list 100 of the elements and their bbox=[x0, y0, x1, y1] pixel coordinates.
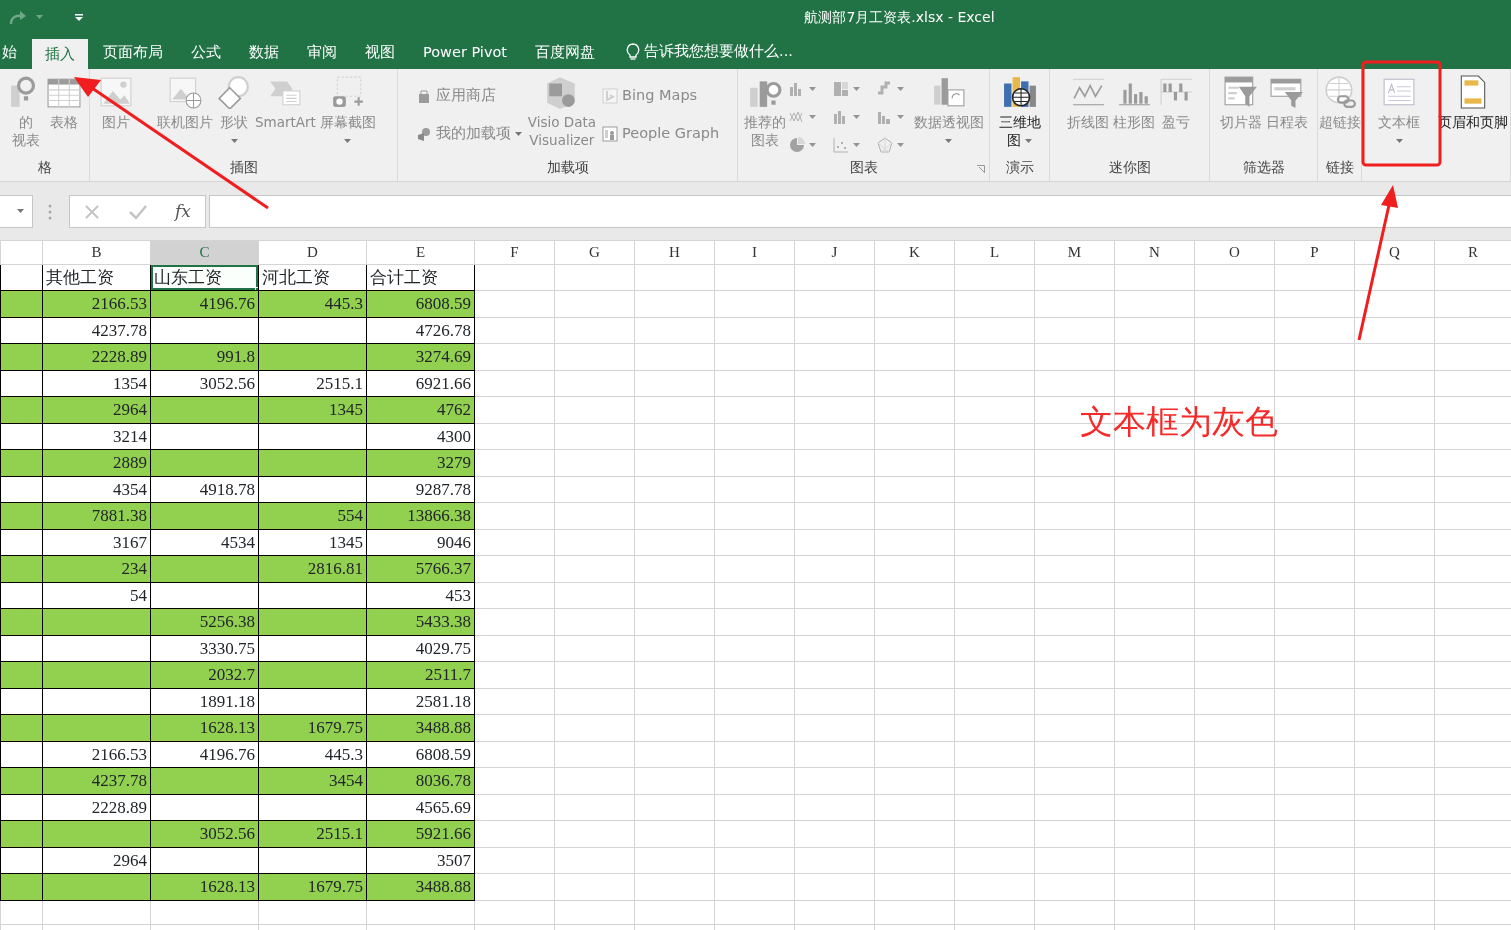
redo-icon[interactable] bbox=[8, 9, 28, 26]
window-title: 航测部7月工资表.xlsx - Excel bbox=[803, 8, 996, 27]
caret-icon bbox=[808, 86, 816, 92]
table-cell: 6808.59 bbox=[366, 741, 475, 768]
dropdown-icon bbox=[17, 209, 24, 214]
table-cell: 2889 bbox=[42, 449, 151, 476]
table-cell: 3052.56 bbox=[150, 370, 259, 397]
column-header[interactable]: E bbox=[366, 240, 475, 264]
dialog-launcher-icon[interactable] bbox=[977, 165, 985, 173]
table-cell: 5766.37 bbox=[366, 555, 475, 582]
column-header[interactable]: L bbox=[954, 240, 1035, 264]
table-cell: 4300 bbox=[366, 423, 475, 450]
column-header[interactable]: R bbox=[1434, 240, 1511, 264]
people-icon bbox=[602, 126, 618, 142]
table-cell: 4029.75 bbox=[366, 635, 475, 662]
group-label: 插图 bbox=[229, 159, 258, 175]
insert-function-button[interactable]: fx bbox=[174, 198, 191, 225]
online-picture-icon bbox=[168, 75, 202, 109]
ribbon-button[interactable]: 三维地 图 bbox=[997, 75, 1042, 149]
ribbon-tab[interactable]: 插入 bbox=[32, 39, 88, 69]
table-cell: 6808.59 bbox=[366, 290, 475, 317]
name-box[interactable] bbox=[0, 195, 33, 228]
formula-input[interactable] bbox=[209, 195, 1511, 228]
column-header[interactable]: D bbox=[258, 240, 367, 264]
column-header[interactable]: C bbox=[150, 240, 259, 264]
slicer-icon bbox=[1223, 75, 1258, 109]
table-cell: 554 bbox=[258, 502, 367, 529]
table-cell: 9287.78 bbox=[366, 476, 475, 503]
table-cell: 2228.89 bbox=[42, 343, 151, 370]
step-chart-icon bbox=[876, 81, 893, 97]
table-cell: 3052.56 bbox=[150, 820, 259, 847]
table-cell: 4565.69 bbox=[366, 794, 475, 821]
group-label: 链接 bbox=[1325, 159, 1354, 175]
table-cell: 13866.38 bbox=[366, 502, 475, 529]
ribbon-tab[interactable]: 百度网盘 bbox=[522, 35, 609, 69]
ribbon-tab[interactable]: 始 bbox=[0, 35, 30, 69]
column-header[interactable]: J bbox=[794, 240, 875, 264]
table-cell: 1628.13 bbox=[150, 873, 259, 900]
column-header[interactable]: G bbox=[554, 240, 635, 264]
tell-me-search[interactable]: 告诉我您想要做什么... bbox=[644, 41, 793, 63]
column-header[interactable] bbox=[0, 240, 43, 264]
table-cell: 5433.38 bbox=[366, 608, 475, 635]
picture-icon bbox=[99, 75, 133, 109]
column-header[interactable]: N bbox=[1114, 240, 1195, 264]
column-header[interactable]: O bbox=[1194, 240, 1275, 264]
group-label: 图表 bbox=[849, 159, 878, 175]
table-cell: 4237.78 bbox=[42, 317, 151, 344]
ribbon-tab[interactable]: Power Pivot bbox=[410, 35, 521, 69]
column-header[interactable]: K bbox=[874, 240, 955, 264]
annotation-text: 文本框为灰色 bbox=[1080, 401, 1278, 443]
table-cell: 3488.88 bbox=[366, 714, 475, 741]
pivot-chart-icon bbox=[931, 75, 966, 109]
column-header[interactable]: B bbox=[42, 240, 151, 264]
caret-icon bbox=[808, 114, 816, 120]
column-header[interactable]: P bbox=[1274, 240, 1355, 264]
ribbon-tab[interactable]: 数据 bbox=[236, 35, 292, 69]
table-cell: 4354 bbox=[42, 476, 151, 503]
ribbon-tab[interactable]: 公式 bbox=[178, 35, 234, 69]
table-cell: 5256.38 bbox=[150, 608, 259, 635]
hyperlink-icon bbox=[1322, 75, 1357, 109]
ribbon-tab[interactable]: 页面布局 bbox=[90, 35, 176, 69]
group-label: 格 bbox=[37, 159, 52, 175]
table-cell: 1679.75 bbox=[258, 714, 367, 741]
pie-chart-icon bbox=[788, 137, 805, 153]
table-cell: 2515.1 bbox=[258, 820, 367, 847]
column-header[interactable]: I bbox=[714, 240, 795, 264]
ribbon-tab[interactable]: 视图 bbox=[352, 35, 408, 69]
table-cell: 3454 bbox=[258, 767, 367, 794]
column-header[interactable]: M bbox=[1034, 240, 1115, 264]
check-icon[interactable] bbox=[128, 203, 147, 220]
caret-icon bbox=[852, 142, 860, 148]
table-cell: 4534 bbox=[150, 529, 259, 556]
table-cell: 3279 bbox=[366, 449, 475, 476]
shapes-icon bbox=[217, 75, 251, 109]
lightbulb-icon bbox=[626, 43, 641, 61]
table-cell: 合计工资 bbox=[366, 264, 475, 291]
table-cell: 8036.78 bbox=[366, 767, 475, 794]
group-label: 加载项 bbox=[546, 159, 589, 175]
table-cell: 3167 bbox=[42, 529, 151, 556]
add-in-icon bbox=[415, 126, 432, 142]
table-cell: 445.3 bbox=[258, 290, 367, 317]
table-cell: 9046 bbox=[366, 529, 475, 556]
table-cell: 1891.18 bbox=[150, 688, 259, 715]
column-header[interactable]: F bbox=[474, 240, 555, 264]
customize-icon[interactable] bbox=[75, 13, 83, 22]
table-cell: 2166.53 bbox=[42, 741, 151, 768]
table-cell: 54 bbox=[42, 582, 151, 609]
table-cell: 2964 bbox=[42, 847, 151, 874]
globe-map-icon bbox=[1002, 75, 1037, 109]
table-cell: 2581.18 bbox=[366, 688, 475, 715]
table-cell: 1628.13 bbox=[150, 714, 259, 741]
scatter-chart-icon bbox=[832, 137, 849, 153]
table-cell: 4237.78 bbox=[42, 767, 151, 794]
column-header[interactable]: H bbox=[634, 240, 715, 264]
column-header[interactable]: Q bbox=[1354, 240, 1435, 264]
close-icon[interactable] bbox=[84, 203, 101, 220]
ribbon-tab[interactable]: 审阅 bbox=[294, 35, 350, 69]
table-cell: 3330.75 bbox=[150, 635, 259, 662]
table-cell: 4918.78 bbox=[150, 476, 259, 503]
caret-icon bbox=[852, 114, 860, 120]
